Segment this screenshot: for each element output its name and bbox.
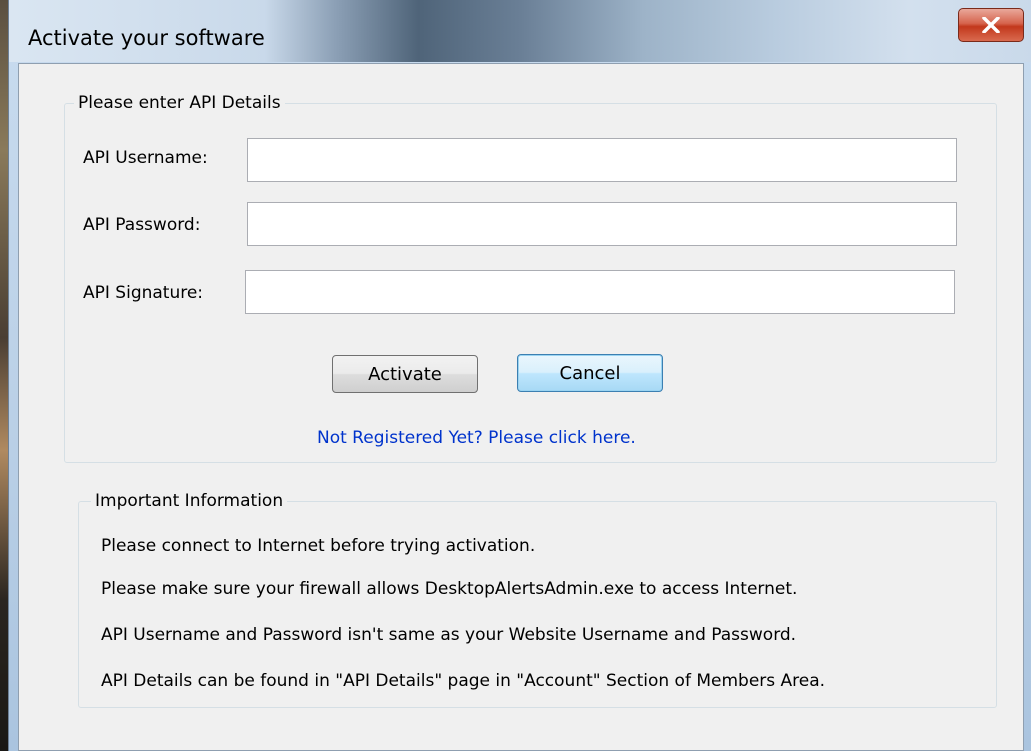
info-line: API Details can be found in "API Details… (101, 671, 826, 691)
info-line: Please make sure your firewall allows De… (101, 579, 798, 599)
title-bar[interactable]: Activate your software (9, 0, 1031, 62)
close-icon (982, 17, 1000, 33)
api-signature-label: API Signature: (83, 283, 204, 303)
info-line: API Username and Password isn't same as … (101, 625, 797, 645)
close-button[interactable] (958, 8, 1024, 42)
window-title: Activate your software (28, 26, 265, 50)
important-info-group-title: Important Information (91, 491, 288, 511)
api-details-group-title: Please enter API Details (74, 93, 285, 113)
register-link[interactable]: Not Registered Yet? Please click here. (317, 428, 636, 448)
api-username-label: API Username: (83, 148, 208, 168)
api-password-label: API Password: (83, 215, 201, 235)
api-signature-input[interactable] (245, 270, 955, 314)
cancel-button[interactable]: Cancel (517, 354, 663, 392)
api-username-input[interactable] (247, 138, 957, 182)
dialog-client-area: Please enter API Details API Username: A… (18, 63, 1024, 751)
info-line: Please connect to Internet before trying… (101, 536, 536, 556)
activate-button[interactable]: Activate (332, 355, 478, 393)
api-password-input[interactable] (247, 202, 957, 246)
activation-dialog: Activate your software Please enter API … (8, 0, 1031, 751)
